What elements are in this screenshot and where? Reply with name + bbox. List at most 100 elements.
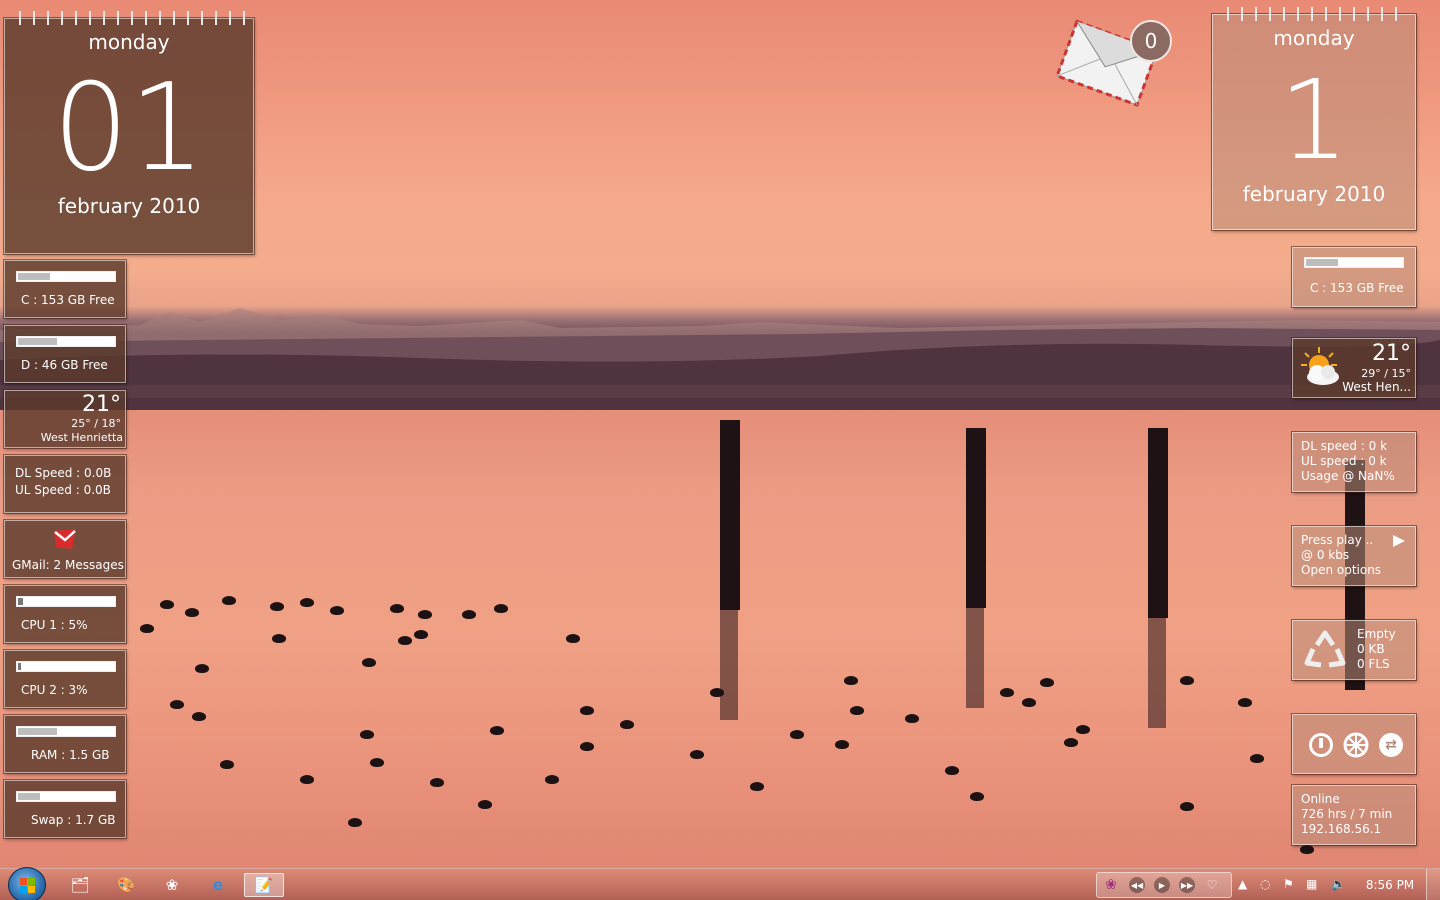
flower-app-icon[interactable]: ❀ — [152, 873, 192, 897]
swap-gadget[interactable]: Swap : 1.7 GB — [4, 780, 126, 838]
clock[interactable]: 8:56 PM — [1362, 878, 1418, 892]
drive-c-usage-bar — [1304, 257, 1404, 268]
duck — [750, 782, 764, 791]
duck — [490, 726, 504, 735]
connection-uptime: 726 hrs / 7 min — [1301, 807, 1393, 821]
ram-gadget[interactable]: RAM : 1.5 GB — [4, 715, 126, 773]
next-track-icon[interactable]: ▶▶ — [1179, 877, 1195, 893]
post-reflection — [720, 610, 738, 720]
gmail-label: GMail: 2 Messages — [12, 558, 124, 572]
drive-c-usage-fill — [1306, 259, 1339, 266]
duck — [272, 634, 286, 643]
duck — [418, 610, 432, 619]
weather-gadget-right[interactable]: 21° 29° / 15° West Hen... — [1292, 338, 1416, 398]
drive-c-usage-fill — [18, 273, 51, 280]
duck — [1040, 678, 1054, 687]
duck — [398, 636, 412, 645]
system-controls-gadget[interactable]: ⇄ — [1292, 714, 1416, 774]
cpu2-usage-fill — [18, 663, 21, 670]
weather-range: 25° / 18° — [71, 417, 121, 430]
player-bitrate: @ 0 kbs — [1301, 548, 1350, 562]
connection-gadget[interactable]: Online 726 hrs / 7 min 192.168.56.1 — [1292, 785, 1416, 845]
duck — [690, 750, 704, 759]
mail-gadget[interactable]: 0 — [1054, 10, 1180, 120]
duck — [185, 608, 199, 617]
cpu2-gadget[interactable]: CPU 2 : 3% — [4, 650, 126, 708]
swap-label: Swap : 1.7 GB — [31, 813, 116, 827]
duck — [566, 634, 580, 643]
network-icon[interactable]: ▦ — [1306, 877, 1317, 891]
duck — [620, 720, 634, 729]
network-gadget-left[interactable]: DL Speed : 0.0B UL Speed : 0.0B — [4, 455, 126, 513]
duck — [850, 706, 864, 715]
media-player-gadget[interactable]: Press play .. @ 0 kbs Open options — [1292, 526, 1416, 586]
drive-d-label: D : 46 GB Free — [21, 358, 108, 372]
weather-gadget-left[interactable]: 21° 25° / 18° West Henrietta — [4, 390, 126, 448]
duck — [1180, 676, 1194, 685]
duck — [192, 712, 206, 721]
calendar-month: february 2010 — [1242, 182, 1386, 206]
upload-speed: UL Speed : 0.0B — [15, 483, 111, 497]
upload-speed: UL speed : 0 k — [1301, 454, 1387, 468]
play-pause-icon[interactable]: ▶ — [1154, 877, 1170, 893]
drive-d-gadget[interactable]: D : 46 GB Free — [4, 325, 126, 383]
ram-usage-bar — [16, 726, 116, 737]
settings-gear-icon[interactable] — [1343, 732, 1369, 758]
duck — [478, 800, 492, 809]
show-desktop-button[interactable] — [1426, 869, 1440, 900]
windows-logo-icon — [20, 878, 35, 893]
notepad-icon[interactable]: 📝 — [244, 873, 284, 897]
switch-user-icon[interactable]: ⇄ — [1379, 733, 1403, 757]
calendar-gadget-left[interactable]: monday 01 february 2010 — [4, 11, 254, 254]
duck — [270, 602, 284, 611]
play-icon[interactable] — [1393, 535, 1405, 547]
network-gadget-right[interactable]: DL speed : 0 k UL speed : 0 k Usage @ Na… — [1292, 432, 1416, 492]
recycle-bin-size: 0 KB — [1357, 642, 1385, 656]
explorer-icon[interactable]: 🗂 — [60, 873, 100, 897]
calendar-date: 01 — [52, 59, 206, 198]
open-options-link[interactable]: Open options — [1301, 563, 1381, 578]
calendar-date: 1 — [1279, 56, 1349, 184]
duck — [414, 630, 428, 639]
calendar-month: february 2010 — [57, 194, 201, 218]
weather-temperature: 21° — [1372, 341, 1411, 366]
duck — [195, 664, 209, 673]
duck — [1238, 698, 1252, 707]
swap-usage-bar — [16, 791, 116, 802]
post-reflection — [1148, 618, 1166, 728]
drive-c-gadget-right[interactable]: C : 153 GB Free — [1292, 247, 1416, 307]
power-icon[interactable] — [1309, 733, 1333, 757]
paint-icon[interactable]: 🎨 — [106, 873, 146, 897]
duck — [945, 766, 959, 775]
duck — [494, 604, 508, 613]
show-hidden-icons-chevron-icon[interactable]: ▲ — [1238, 877, 1247, 891]
previous-track-icon[interactable]: ◀◀ — [1129, 877, 1145, 893]
drive-c-label: C : 153 GB Free — [21, 293, 115, 307]
duck — [1250, 754, 1264, 763]
internet-explorer-icon[interactable]: e — [198, 873, 238, 897]
tray-app-icon[interactable]: ◌ — [1260, 877, 1270, 891]
post-reflection — [966, 608, 984, 708]
weather-city: West Hen... — [1342, 380, 1411, 394]
start-button[interactable] — [8, 867, 46, 900]
favorite-heart-icon[interactable]: ♡ — [1204, 877, 1220, 893]
duck — [1300, 845, 1314, 854]
mail-count-badge: 0 — [1130, 20, 1172, 62]
cpu1-gadget[interactable]: CPU 1 : 5% — [4, 585, 126, 643]
cpu1-label: CPU 1 : 5% — [21, 618, 88, 632]
calendar-gadget-right[interactable]: monday 1 february 2010 — [1212, 7, 1416, 230]
duck — [1000, 688, 1014, 697]
calendar-weekday: monday — [88, 30, 170, 54]
volume-icon[interactable]: 🔈 — [1331, 877, 1346, 891]
duck — [710, 688, 724, 697]
drive-d-usage-bar — [16, 336, 116, 347]
drive-c-gadget[interactable]: C : 153 GB Free — [4, 260, 126, 318]
flower-app-icon[interactable]: ❀ — [1103, 877, 1119, 893]
action-center-flag-icon[interactable]: ⚑ — [1283, 877, 1294, 891]
recycle-bin-gadget[interactable]: Empty 0 KB 0 FLS — [1292, 620, 1416, 680]
duck — [1180, 802, 1194, 811]
duck — [462, 610, 476, 619]
gmail-gadget[interactable]: GMail: 2 Messages — [4, 520, 126, 578]
calendar-weekday: monday — [1273, 26, 1355, 50]
download-speed: DL Speed : 0.0B — [15, 466, 112, 480]
